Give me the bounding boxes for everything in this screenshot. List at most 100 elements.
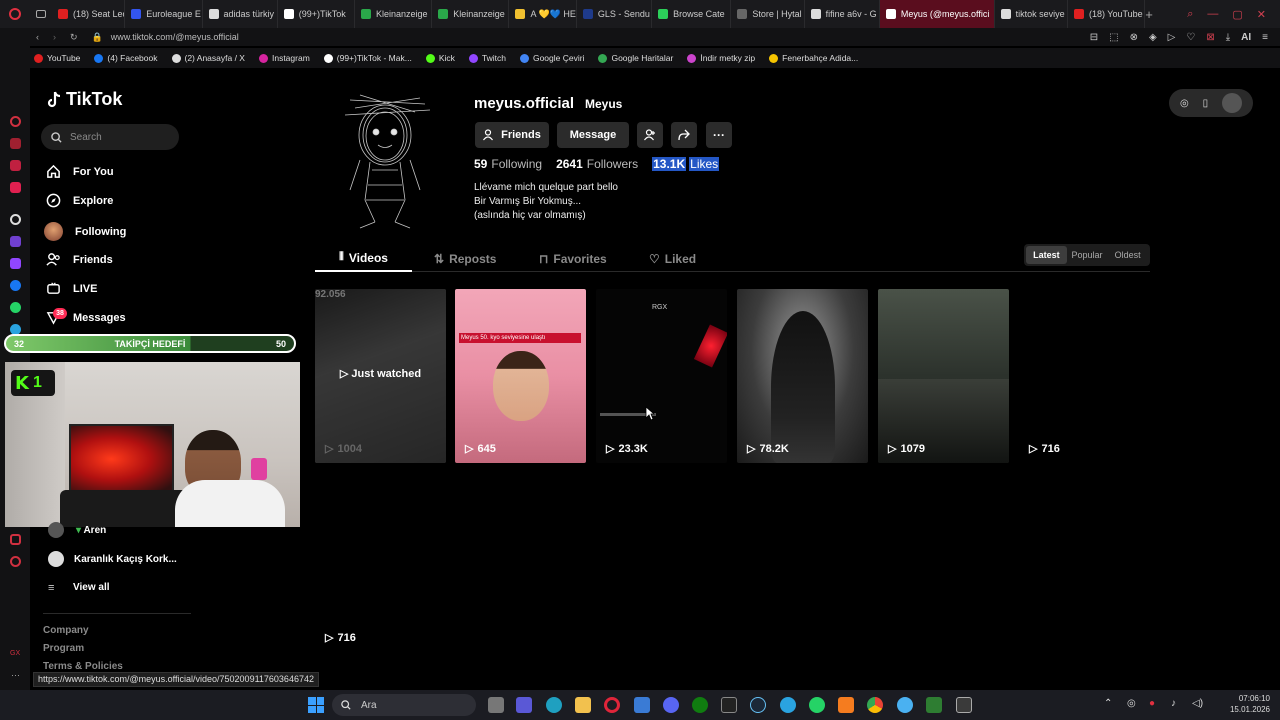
discord-icon[interactable] bbox=[10, 236, 21, 247]
edge-icon[interactable] bbox=[546, 697, 562, 713]
url-field[interactable]: www.tiktok.com/@meyus.official bbox=[111, 32, 239, 42]
opera-gx-icon[interactable] bbox=[604, 697, 620, 713]
bookmark-item[interactable]: (2) Anasayfa / X bbox=[171, 53, 245, 63]
app-icon[interactable] bbox=[838, 697, 854, 713]
view-all-link[interactable]: View all bbox=[73, 582, 110, 593]
download-icon[interactable]: ⤓ bbox=[1226, 32, 1230, 43]
browser-tab[interactable]: (18) Seat Leo bbox=[52, 0, 126, 28]
discord-icon[interactable] bbox=[663, 697, 679, 713]
sort-latest[interactable]: Latest bbox=[1026, 246, 1067, 264]
epic-games-icon[interactable] bbox=[721, 697, 737, 713]
play-icon[interactable]: ▷ bbox=[1168, 32, 1176, 43]
search-input[interactable]: Search bbox=[41, 124, 179, 150]
search-tabs-icon[interactable]: ⌕ bbox=[1187, 8, 1193, 21]
message-button[interactable]: Message bbox=[557, 122, 629, 148]
video-thumbnail[interactable]: ▷ 78.2K bbox=[737, 289, 868, 463]
video-thumbnail[interactable]: ▷ 1079 bbox=[878, 289, 1009, 463]
telegram-icon[interactable] bbox=[780, 697, 796, 713]
whatsapp-icon[interactable] bbox=[809, 697, 825, 713]
settings-icon[interactable] bbox=[10, 556, 21, 567]
bookmark-item[interactable]: (99+)TikTok - Mak... bbox=[323, 53, 412, 63]
bookmark-item[interactable]: Google Haritalar bbox=[598, 53, 673, 63]
compass-small-icon[interactable]: ◎ bbox=[1180, 98, 1189, 109]
file-explorer-icon[interactable] bbox=[575, 697, 591, 713]
nav-for-you[interactable]: For You bbox=[46, 164, 114, 179]
aria-ai-button[interactable]: AI bbox=[1241, 32, 1251, 43]
nav-explore[interactable]: Explore bbox=[46, 193, 113, 208]
browser-tab[interactable]: GLS - Sendu bbox=[577, 0, 653, 28]
bookmark-item[interactable]: Fenerbahçe Adida... bbox=[769, 53, 858, 63]
close-window-button[interactable]: ✕ bbox=[1257, 8, 1266, 21]
reload-icon[interactable]: ↻ bbox=[70, 32, 78, 43]
following-account-karanlik[interactable]: Karanlık Kaçış Kork... bbox=[74, 554, 177, 565]
bookmark-item[interactable]: Kick bbox=[425, 53, 455, 63]
device-icon[interactable]: ▯ bbox=[1203, 98, 1209, 109]
opera-logo-icon[interactable] bbox=[0, 0, 30, 28]
suggest-account-button[interactable] bbox=[637, 122, 663, 148]
tab-videos[interactable]: ⦀ Videos bbox=[315, 245, 412, 272]
tab-favorites[interactable]: ⊓ Favorites bbox=[539, 245, 607, 272]
snapshot-icon[interactable]: ⬚ bbox=[1109, 32, 1118, 43]
heart-icon[interactable]: ♡ bbox=[1186, 32, 1195, 43]
tab-menu-icon[interactable] bbox=[30, 0, 52, 28]
bookmark-item[interactable]: YouTube bbox=[34, 53, 80, 63]
sort-popular[interactable]: Popular bbox=[1067, 246, 1108, 264]
messenger-icon[interactable] bbox=[10, 280, 21, 291]
notes-icon[interactable] bbox=[10, 160, 21, 171]
tray-opera-icon[interactable]: ● bbox=[1149, 698, 1155, 709]
menu-icon[interactable]: ≡ bbox=[1262, 32, 1268, 43]
volume-icon[interactable]: ◁) bbox=[1192, 698, 1203, 709]
user-avatar[interactable] bbox=[1222, 93, 1243, 113]
steam-icon[interactable] bbox=[750, 697, 766, 713]
footer-terms[interactable]: Terms & Policies bbox=[43, 661, 123, 672]
calculator-icon[interactable] bbox=[956, 697, 972, 713]
sort-oldest[interactable]: Oldest bbox=[1107, 246, 1148, 264]
browser-tab[interactable]: A 💛💙 HER bbox=[509, 0, 577, 28]
tray-app-icon[interactable]: ◎ bbox=[1127, 698, 1136, 709]
bookmark-item[interactable]: Twitch bbox=[468, 53, 506, 63]
workspace-icon[interactable] bbox=[10, 138, 21, 149]
tray-chevron-icon[interactable]: ⌃ bbox=[1104, 698, 1112, 709]
browser-icon[interactable] bbox=[897, 697, 913, 713]
followers-stat[interactable]: 2641 Followers bbox=[556, 157, 638, 171]
following-account-aren[interactable]: ▾ Aren bbox=[76, 525, 106, 536]
start-button[interactable] bbox=[308, 697, 324, 713]
task-view-icon[interactable] bbox=[488, 697, 504, 713]
tab-liked[interactable]: ♡ Liked bbox=[649, 245, 696, 272]
browser-tab[interactable]: adidas türkiy bbox=[203, 0, 278, 28]
nav-friends[interactable]: Friends bbox=[46, 252, 113, 267]
clock[interactable]: 07:06:10 15.01.2026 bbox=[1218, 693, 1270, 715]
bookmark-item[interactable]: Google Çeviri bbox=[519, 53, 584, 63]
browser-tab[interactable]: fifine a6v - G bbox=[805, 0, 880, 28]
teams-icon[interactable] bbox=[516, 697, 532, 713]
bookmark-item[interactable]: (4) Facebook bbox=[94, 53, 158, 63]
nav-following[interactable]: Following bbox=[44, 222, 126, 241]
browser-tab[interactable]: Browse Cate bbox=[652, 0, 732, 28]
browser-tab[interactable]: (99+)TikTok bbox=[278, 0, 356, 28]
twitch-icon[interactable] bbox=[10, 258, 21, 269]
whatsapp-icon[interactable] bbox=[10, 302, 21, 313]
nav-live[interactable]: LIVE bbox=[46, 281, 97, 296]
chatgpt-icon[interactable] bbox=[10, 214, 21, 225]
forward-icon[interactable]: › bbox=[53, 32, 56, 42]
extension-icon[interactable]: ◈ bbox=[1149, 32, 1157, 43]
share-button[interactable] bbox=[671, 122, 697, 148]
more-options-button[interactable]: ··· bbox=[706, 122, 732, 148]
bookmark-item[interactable]: İndir metky zip bbox=[687, 53, 755, 63]
browser-tab[interactable]: Euroleague E bbox=[125, 0, 203, 28]
browser-tab[interactable]: Meyus (@meyus.offici bbox=[879, 0, 995, 28]
pin-icon[interactable]: ⊟ bbox=[1090, 32, 1098, 43]
browser-tab[interactable]: Kleinanzeige bbox=[355, 0, 433, 28]
bookmark-item[interactable]: Instagram bbox=[258, 53, 310, 63]
video-thumbnail[interactable]: ▷ 716 bbox=[1019, 289, 1150, 463]
maximize-button[interactable]: ▢ bbox=[1232, 8, 1242, 21]
profile-avatar[interactable] bbox=[330, 90, 440, 230]
gx-icon[interactable]: GX bbox=[10, 650, 20, 657]
history-icon[interactable] bbox=[10, 116, 21, 127]
browser-tab[interactable]: Store | Hytal bbox=[731, 0, 805, 28]
video-thumbnail[interactable]: Meyus 50. kyo seviyesine ulaştı ▷ 645 bbox=[455, 289, 586, 463]
video-thumbnail[interactable]: 92.056 ▷ Just watched ▷ 1004 bbox=[315, 289, 446, 463]
likes-stat[interactable]: 13.1K Likes bbox=[652, 157, 720, 171]
browser-tab[interactable]: tiktok seviye bbox=[995, 0, 1068, 28]
microphone-icon[interactable]: ♪ bbox=[1171, 698, 1176, 709]
